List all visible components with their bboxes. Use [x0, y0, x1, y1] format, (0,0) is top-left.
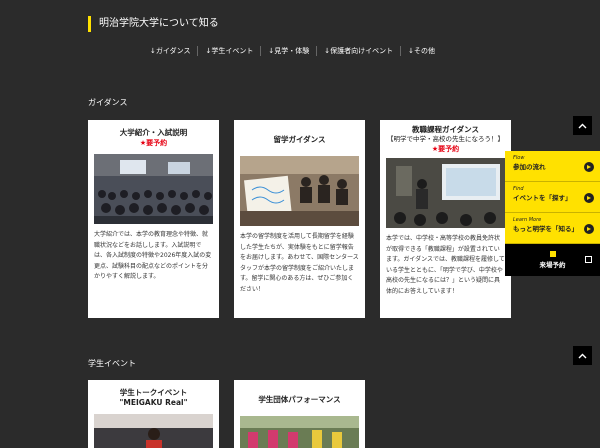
chevron-up-icon [578, 353, 587, 358]
event-card-study-abroad[interactable]: 留学ガイダンス 本学の留学制度を活用して長期留学を経験した学生たちが、実体験をも… [234, 120, 365, 318]
card-photo [240, 156, 359, 226]
reservation-badge: ★要予約 [139, 139, 168, 147]
external-link-icon [585, 256, 592, 263]
side-quick-links: Flow 参加の流れ Find イベントを「探す」 Learn More もっと… [505, 151, 600, 276]
section-heading-student-events: 学生イベント [88, 359, 136, 368]
back-to-top-button[interactable] [573, 116, 592, 135]
card-photo [94, 154, 213, 224]
section-nav: ↓ガイダンス ↓学生イベント ↓見学・体験 ↓保護者向けイベント ↓その他 [143, 46, 442, 56]
card-title: 教職課程ガイダンス [411, 125, 480, 134]
card-title: 学生団体パフォーマンス [258, 395, 341, 404]
chevron-up-icon [578, 123, 587, 128]
side-link-label: もっと明学を「知る」 [513, 225, 578, 233]
card-description: 本学の留学制度を活用して長期留学を経験した学生たちが、実体験をもとに留学報告をお… [240, 233, 359, 293]
card-description: 大学紹介では、本学の教育理念や特徴、就職状況などをお話しします。入試説明では、各… [94, 231, 212, 280]
card-subtitle: "MEIGAKU Real" [119, 398, 188, 407]
side-link-flow[interactable]: Flow 参加の流れ [505, 151, 600, 182]
calendar-icon [549, 251, 556, 257]
visit-reservation-label: 来場予約 [539, 261, 566, 269]
visit-reservation-button[interactable]: 来場予約 [505, 244, 600, 276]
side-link-find[interactable]: Find イベントを「探す」 [505, 182, 600, 213]
nav-link-parents[interactable]: ↓保護者向けイベント [316, 46, 400, 56]
nav-link-student-events[interactable]: ↓学生イベント [197, 46, 260, 56]
side-link-caption: Find [513, 186, 524, 192]
arrow-right-icon [584, 224, 594, 234]
side-link-caption: Learn More [513, 217, 542, 223]
arrow-right-icon [584, 162, 594, 172]
back-to-top-button[interactable] [573, 346, 592, 365]
nav-link-guidance[interactable]: ↓ガイダンス [143, 46, 197, 56]
card-description: 本学では、中学校・高等学校の教員免許状が取得できる「教職課程」が設置されています… [386, 235, 505, 295]
event-card-university-intro[interactable]: 大学紹介・入試説明 ★要予約 大学紹介では、本学の教育理念や特徴、就職状況などを… [88, 120, 219, 318]
page-title: 明治学院大学について知る [88, 16, 219, 32]
card-title: 学生トークイベント [119, 388, 188, 397]
card-photo [240, 416, 359, 448]
event-card-student-performance[interactable]: 学生団体パフォーマンス [234, 380, 365, 448]
card-title: 大学紹介・入試説明 [119, 128, 188, 137]
side-link-label: 参加の流れ [513, 163, 546, 171]
nav-link-tour[interactable]: ↓見学・体験 [260, 46, 316, 56]
card-photo [94, 414, 213, 448]
reservation-badge: ★要予約 [431, 145, 460, 153]
side-link-label: イベントを「探す」 [513, 194, 572, 202]
card-photo [386, 158, 505, 228]
card-title: 留学ガイダンス [273, 135, 326, 144]
section-heading-guidance: ガイダンス [88, 98, 128, 107]
arrow-right-icon [584, 193, 594, 203]
card-subtitle: 【明学で中学・高校の先生になろう！】 [387, 135, 504, 143]
event-card-student-talk[interactable]: 学生トークイベント "MEIGAKU Real" [88, 380, 219, 448]
side-link-learn-more[interactable]: Learn More もっと明学を「知る」 [505, 213, 600, 244]
side-link-caption: Flow [513, 155, 525, 161]
event-card-teacher-training[interactable]: 教職課程ガイダンス 【明学で中学・高校の先生になろう！】 ★要予約 本学では、中… [380, 120, 511, 318]
nav-link-other[interactable]: ↓その他 [400, 46, 442, 56]
